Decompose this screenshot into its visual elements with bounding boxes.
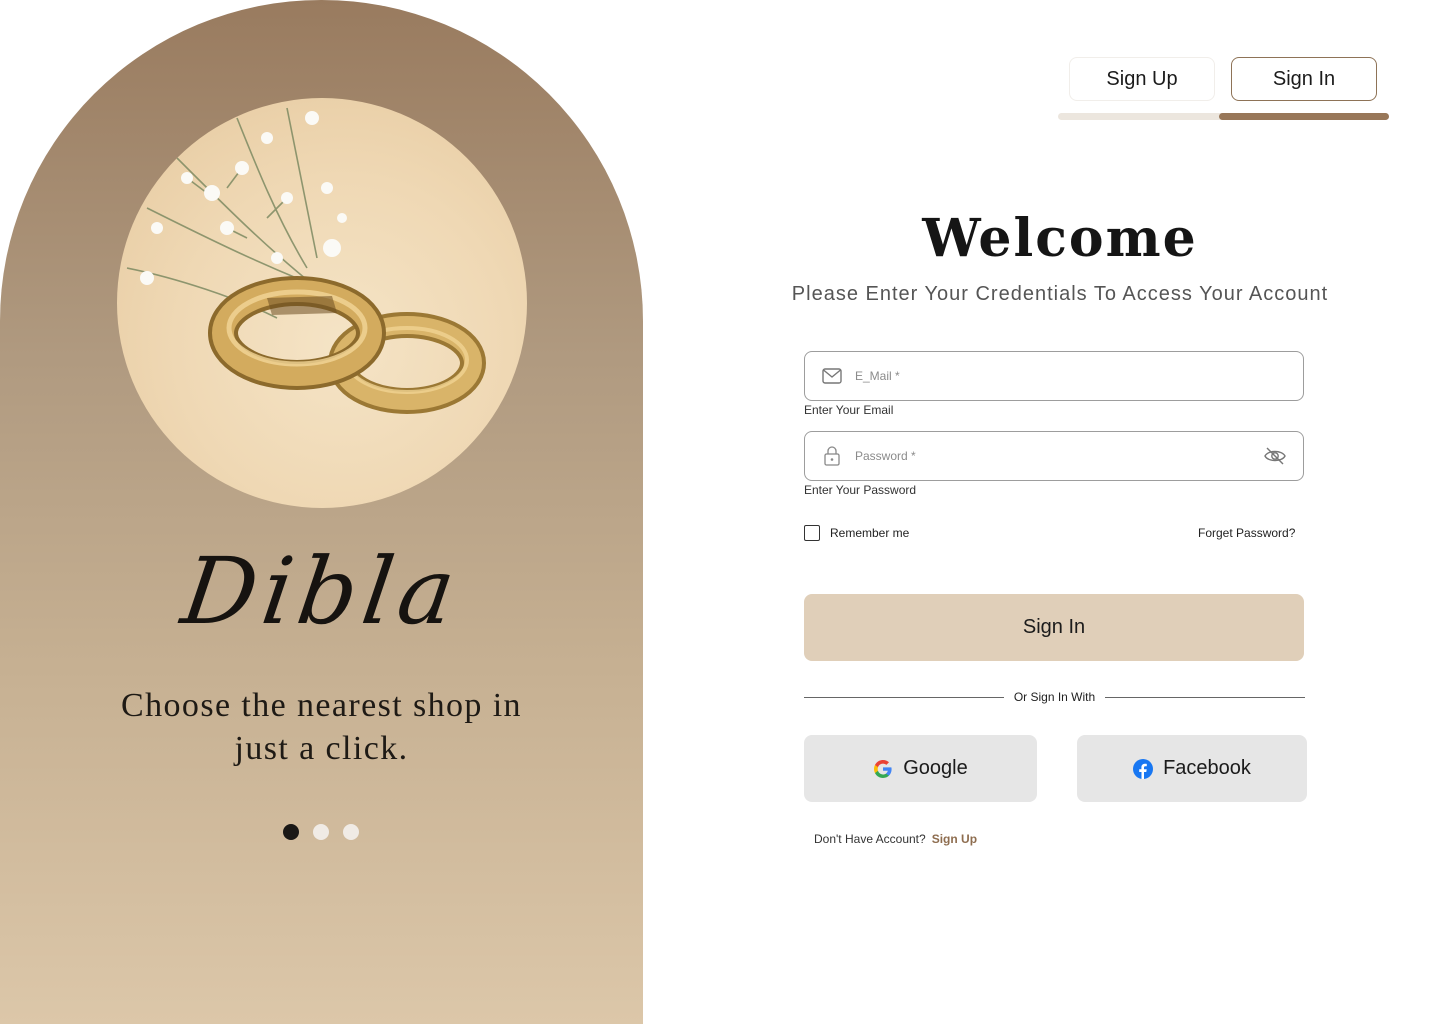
google-sign-in-button[interactable]: Google: [804, 735, 1037, 802]
page-subtitle: Please Enter Your Credentials To Access …: [791, 283, 1329, 305]
remember-me[interactable]: Remember me: [804, 525, 909, 541]
google-icon: [873, 759, 893, 779]
wedding-rings-photo: [117, 98, 527, 508]
divider-text: Or Sign In With: [1013, 690, 1096, 704]
divider-left: [804, 697, 1004, 698]
sign-up-link[interactable]: Sign Up: [932, 832, 977, 846]
facebook-sign-in-button[interactable]: Facebook: [1077, 735, 1307, 802]
eye-off-icon[interactable]: [1263, 444, 1287, 468]
email-placeholder: E_Mail *: [855, 369, 900, 383]
google-label: Google: [903, 757, 968, 779]
carousel-dot-2[interactable]: [313, 824, 329, 840]
tab-sign-up[interactable]: Sign Up: [1069, 57, 1215, 101]
email-helper-text: Enter Your Email: [804, 403, 894, 417]
facebook-icon: [1133, 758, 1154, 779]
carousel-dot-3[interactable]: [343, 824, 359, 840]
password-placeholder: Password *: [855, 449, 916, 463]
hero-tagline: Choose the nearest shop in just a click.: [121, 687, 522, 767]
lock-icon: [821, 445, 843, 467]
hero-panel: Dibla Choose the nearest shop in just a …: [0, 0, 643, 1024]
tab-indicator-active: [1219, 113, 1389, 120]
email-field[interactable]: E_Mail *: [804, 351, 1304, 401]
divider-right: [1105, 697, 1305, 698]
password-field[interactable]: Password *: [804, 431, 1304, 481]
remember-label: Remember me: [830, 526, 910, 540]
tab-sign-in[interactable]: Sign In: [1231, 57, 1377, 101]
forgot-password-link[interactable]: Forget Password?: [1198, 526, 1295, 540]
carousel-dot-1[interactable]: [283, 824, 299, 840]
password-helper-text: Enter Your Password: [804, 483, 917, 497]
remember-checkbox[interactable]: [804, 525, 820, 541]
no-account-prompt: Don't Have Account?: [814, 832, 926, 846]
no-account-row: Don't Have Account? Sign Up: [814, 832, 977, 846]
mail-icon: [821, 365, 843, 387]
facebook-label: Facebook: [1163, 757, 1251, 779]
sign-in-button[interactable]: Sign In: [804, 594, 1304, 661]
brand-logo: Dibla: [175, 538, 468, 645]
page-title: Welcome: [922, 208, 1198, 269]
carousel-dots: [283, 824, 359, 840]
